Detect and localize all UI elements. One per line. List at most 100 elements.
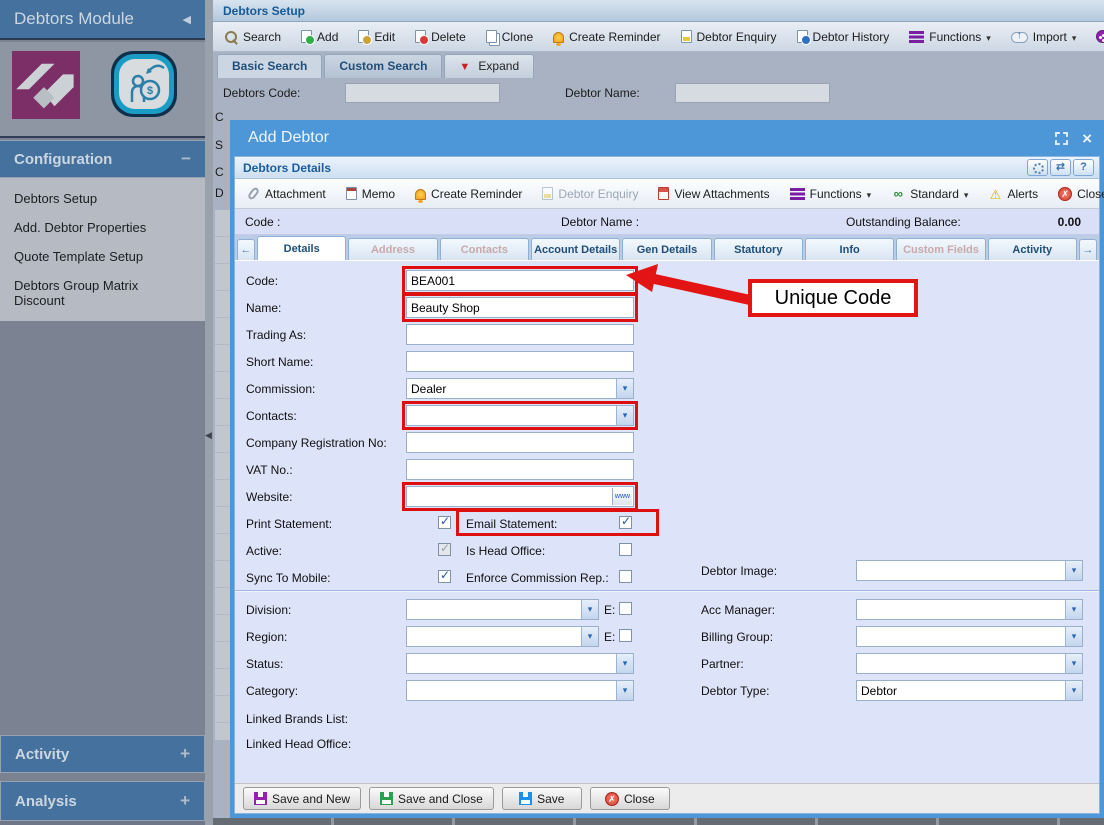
debtor-enquiry-button[interactable]: Debtor Enquiry xyxy=(675,27,783,47)
chevron-down-icon[interactable] xyxy=(616,654,633,673)
tab-scroll-left-icon[interactable]: ← xyxy=(237,239,255,260)
expand-plus-icon[interactable]: + xyxy=(180,744,190,764)
partner-label: Partner: xyxy=(701,657,744,671)
chevron-down-icon[interactable] xyxy=(1065,600,1082,619)
debtors-module-icon: $ xyxy=(108,48,180,120)
search-button[interactable]: Search xyxy=(219,27,287,47)
chevron-down-icon[interactable] xyxy=(1065,627,1082,646)
sidebar-item-debtors-group-matrix-discount[interactable]: Debtors Group Matrix Discount xyxy=(0,271,205,315)
company-registration-no-field[interactable] xyxy=(406,432,634,453)
sync-to-mobile-checkbox[interactable] xyxy=(438,570,451,583)
enforce-commission-rep-checkbox[interactable] xyxy=(619,570,632,583)
chevron-down-icon[interactable] xyxy=(616,681,633,700)
contacts-select[interactable] xyxy=(406,405,634,426)
acc-manager-select[interactable] xyxy=(856,599,1083,620)
help-icon[interactable] xyxy=(1073,159,1094,176)
tab-expand[interactable]: Expand xyxy=(444,54,534,78)
clone-button[interactable]: Clone xyxy=(480,27,539,47)
functions-button[interactable]: Functions xyxy=(784,184,878,204)
standard-button[interactable]: Standard xyxy=(885,184,974,204)
chevron-down-icon[interactable] xyxy=(581,600,598,619)
memo-button[interactable]: Memo xyxy=(340,184,401,204)
sidebar-item-quote-template-setup[interactable]: Quote Template Setup xyxy=(0,242,205,271)
name-field[interactable]: Beauty Shop xyxy=(406,297,634,318)
chevron-down-icon[interactable] xyxy=(616,406,633,425)
division-e-checkbox[interactable] xyxy=(619,602,632,615)
chevron-down-icon[interactable] xyxy=(616,379,633,398)
configuration-section-header[interactable]: Configuration − xyxy=(0,140,205,178)
tab-basic-search[interactable]: Basic Search xyxy=(217,54,322,78)
trading-as-field[interactable] xyxy=(406,324,634,345)
expand-plus-icon[interactable]: + xyxy=(180,791,190,811)
sidebar-header[interactable]: Debtors Module ◀ xyxy=(0,0,205,40)
panel-splitter[interactable]: ◀ xyxy=(205,0,213,825)
chevron-down-icon[interactable] xyxy=(1065,561,1082,580)
maximize-icon[interactable] xyxy=(1055,132,1068,145)
tab-account-details[interactable]: Account Details xyxy=(531,238,620,260)
edit-button[interactable]: Edit xyxy=(352,27,401,47)
import-button[interactable]: Import xyxy=(1005,27,1083,47)
tab-gen-details[interactable]: Gen Details xyxy=(622,238,711,260)
dialog-titlebar[interactable]: Add Debtor × xyxy=(230,120,1104,156)
email-statement-checkbox[interactable] xyxy=(619,516,632,529)
active-checkbox[interactable] xyxy=(438,543,451,556)
division-select[interactable] xyxy=(406,599,599,620)
debtor-type-select[interactable]: Debtor xyxy=(856,680,1083,701)
alerts-button[interactable]: Alerts xyxy=(982,184,1044,204)
close-button[interactable]: Close xyxy=(590,787,670,810)
tab-activity[interactable]: Activity xyxy=(988,238,1077,260)
debtor-image-select[interactable] xyxy=(856,560,1083,581)
tab-custom-fields[interactable]: Custom Fields xyxy=(896,238,985,260)
analysis-section-header[interactable]: Analysis + xyxy=(0,781,205,821)
add-button[interactable]: Add xyxy=(295,27,344,47)
debtor-enquiry-button[interactable]: Debtor Enquiry xyxy=(536,184,644,204)
create-reminder-button[interactable]: Create Reminder xyxy=(547,27,666,47)
activity-section-header[interactable]: Activity + xyxy=(0,735,205,773)
code-field[interactable]: BEA001 xyxy=(406,270,634,291)
print-statement-checkbox[interactable] xyxy=(438,516,451,529)
refresh-icon[interactable] xyxy=(1050,159,1071,176)
tab-custom-search[interactable]: Custom Search xyxy=(324,54,442,78)
settings-gear-icon[interactable] xyxy=(1027,159,1048,176)
billing-group-select[interactable] xyxy=(856,626,1083,647)
debtor-name-input[interactable] xyxy=(675,83,830,103)
delete-button[interactable]: Delete xyxy=(409,27,472,47)
status-select[interactable] xyxy=(406,653,634,674)
tab-scroll-right-icon[interactable]: → xyxy=(1079,239,1097,260)
www-lookup-icon[interactable] xyxy=(612,488,632,505)
chevron-down-icon[interactable] xyxy=(1065,681,1082,700)
pri-button[interactable]: Pri xyxy=(1090,27,1104,47)
view-attachments-button[interactable]: View Attachments xyxy=(652,184,775,204)
tab-statutory[interactable]: Statutory xyxy=(714,238,803,260)
sidebar-item-debtors-setup[interactable]: Debtors Setup xyxy=(0,184,205,213)
debtors-code-input[interactable] xyxy=(345,83,500,103)
attachment-button[interactable]: Attachment xyxy=(241,184,332,204)
partner-select[interactable] xyxy=(856,653,1083,674)
save-and-close-button[interactable]: Save and Close xyxy=(369,787,494,810)
save-button[interactable]: Save xyxy=(502,787,582,810)
tab-contacts[interactable]: Contacts xyxy=(440,238,529,260)
debtor-history-button[interactable]: Debtor History xyxy=(791,27,896,47)
collapse-minus-icon[interactable]: − xyxy=(181,149,191,169)
splitter-collapse-icon[interactable]: ◀ xyxy=(205,430,212,441)
tab-address[interactable]: Address xyxy=(348,238,437,260)
region-select[interactable] xyxy=(406,626,599,647)
short-name-field[interactable] xyxy=(406,351,634,372)
commission-select[interactable]: Dealer xyxy=(406,378,634,399)
vat-no-field[interactable] xyxy=(406,459,634,480)
website-field[interactable] xyxy=(406,486,634,507)
save-and-new-button[interactable]: Save and New xyxy=(243,787,361,810)
functions-button[interactable]: Functions xyxy=(903,27,997,47)
is-head-office-checkbox[interactable] xyxy=(619,543,632,556)
sidebar-collapse-icon[interactable]: ◀ xyxy=(183,13,191,26)
tab-info[interactable]: Info xyxy=(805,238,894,260)
chevron-down-icon[interactable] xyxy=(1065,654,1082,673)
category-select[interactable] xyxy=(406,680,634,701)
create-reminder-button[interactable]: Create Reminder xyxy=(409,184,528,204)
close-button[interactable]: Close xyxy=(1052,184,1104,204)
sidebar-item-add-debtor-properties[interactable]: Add. Debtor Properties xyxy=(0,213,205,242)
region-e-checkbox[interactable] xyxy=(619,629,632,642)
chevron-down-icon[interactable] xyxy=(581,627,598,646)
close-icon[interactable]: × xyxy=(1082,130,1092,147)
tab-details[interactable]: Details xyxy=(257,236,346,260)
